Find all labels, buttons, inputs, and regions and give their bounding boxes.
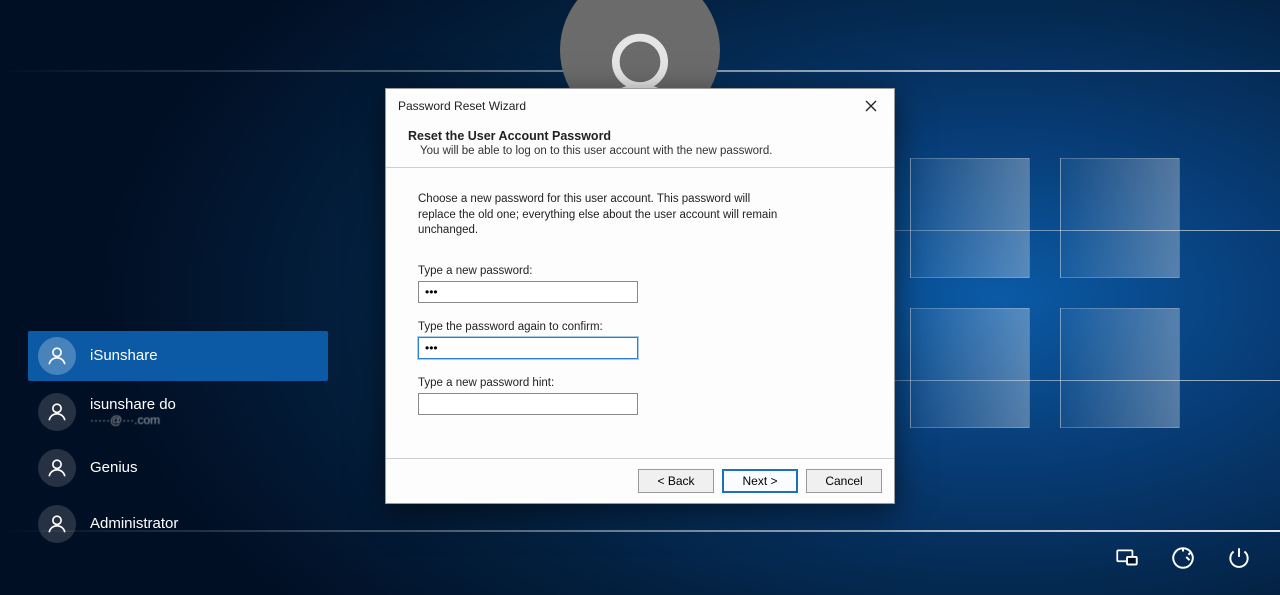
dialog-body: Choose a new password for this user acco… xyxy=(386,168,894,458)
user-item-genius[interactable]: Genius xyxy=(28,443,328,493)
user-name-label: Genius xyxy=(90,459,138,476)
dialog-header-subtitle: You will be able to log on to this user … xyxy=(420,145,872,157)
user-name-label: isunshare do xyxy=(90,396,176,413)
user-icon xyxy=(38,505,76,543)
network-button[interactable] xyxy=(1110,541,1144,575)
password-hint-label: Type a new password hint: xyxy=(418,377,862,389)
user-account-list: iSunshare isunshare do ·····@···.com Gen… xyxy=(28,331,328,555)
user-name-label: iSunshare xyxy=(90,347,158,364)
user-item-administrator[interactable]: Administrator xyxy=(28,499,328,549)
power-button[interactable] xyxy=(1222,541,1256,575)
user-icon xyxy=(38,393,76,431)
close-icon xyxy=(865,100,877,112)
cancel-button[interactable]: Cancel xyxy=(806,469,882,493)
close-button[interactable] xyxy=(854,95,888,117)
user-email-label: ·····@···.com xyxy=(90,414,176,428)
user-icon xyxy=(38,449,76,487)
windows-logo xyxy=(910,158,1190,438)
next-button[interactable]: Next > xyxy=(722,469,798,493)
user-item-isunshare[interactable]: iSunshare xyxy=(28,331,328,381)
new-password-label: Type a new password: xyxy=(418,265,862,277)
user-icon xyxy=(38,337,76,375)
dialog-header-title: Reset the User Account Password xyxy=(408,129,872,143)
new-password-input[interactable] xyxy=(418,281,638,303)
dialog-footer: < Back Next > Cancel xyxy=(386,458,894,503)
user-name-label: Administrator xyxy=(90,515,178,532)
dialog-instructions: Choose a new password for this user acco… xyxy=(418,192,778,239)
confirm-password-input[interactable] xyxy=(418,337,638,359)
password-reset-wizard-dialog: Password Reset Wizard Reset the User Acc… xyxy=(385,88,895,504)
system-controls xyxy=(1110,541,1256,575)
dialog-titlebar[interactable]: Password Reset Wizard xyxy=(386,89,894,123)
dialog-header: Reset the User Account Password You will… xyxy=(386,123,894,168)
dialog-title: Password Reset Wizard xyxy=(398,99,526,113)
confirm-password-label: Type the password again to confirm: xyxy=(418,321,862,333)
ease-of-access-button[interactable] xyxy=(1166,541,1200,575)
password-hint-input[interactable] xyxy=(418,393,638,415)
user-item-isunshare-do[interactable]: isunshare do ·····@···.com xyxy=(28,387,328,437)
back-button[interactable]: < Back xyxy=(638,469,714,493)
